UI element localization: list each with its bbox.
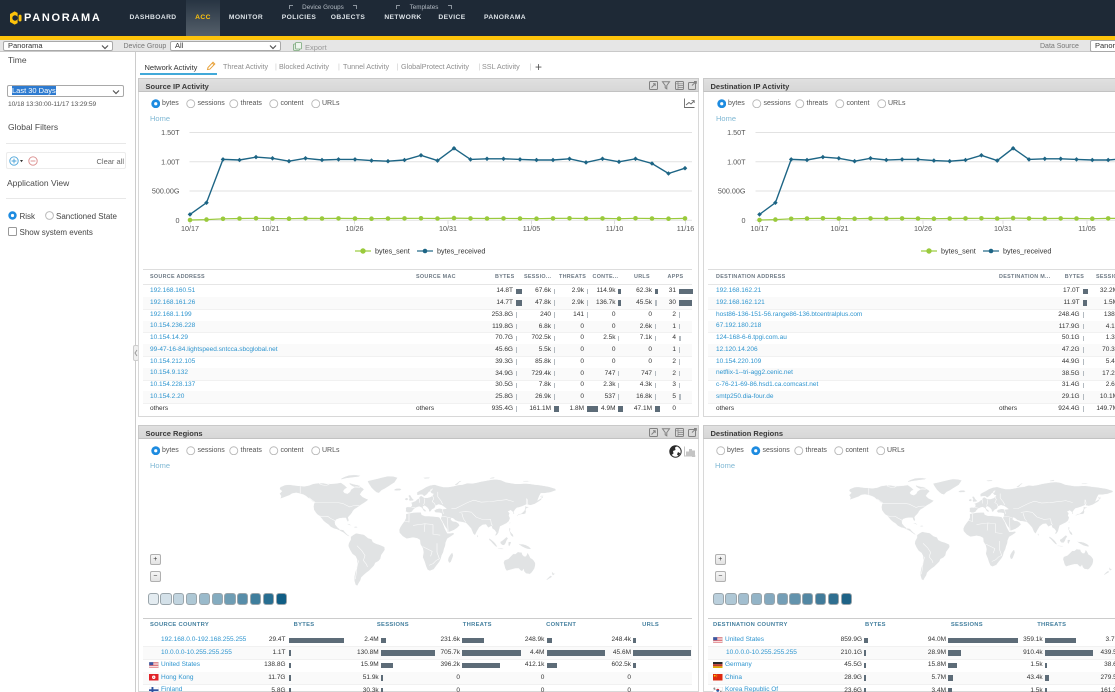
svg-text:bytes_received: bytes_received <box>1003 246 1051 255</box>
svg-text:10/31: 10/31 <box>439 224 457 233</box>
svg-text:500.00G: 500.00G <box>152 187 180 196</box>
svg-text:1.00T: 1.00T <box>161 157 180 166</box>
svg-text:bytes_sent: bytes_sent <box>941 246 976 255</box>
svg-text:1.50T: 1.50T <box>161 128 180 137</box>
svg-text:bytes_received: bytes_received <box>437 246 485 255</box>
svg-text:10/21: 10/21 <box>262 224 280 233</box>
svg-text:10/21: 10/21 <box>831 224 849 233</box>
svg-text:0: 0 <box>742 216 746 225</box>
svg-text:500.00G: 500.00G <box>718 187 746 196</box>
svg-text:10/26: 10/26 <box>346 224 364 233</box>
svg-text:10/17: 10/17 <box>181 224 199 233</box>
svg-text:11/05: 11/05 <box>1078 224 1095 233</box>
svg-text:1.50T: 1.50T <box>727 128 746 137</box>
svg-text:10/26: 10/26 <box>914 224 932 233</box>
svg-text:10/31: 10/31 <box>994 224 1012 233</box>
svg-text:0: 0 <box>176 216 180 225</box>
svg-text:1.00T: 1.00T <box>727 157 746 166</box>
svg-text:bytes_sent: bytes_sent <box>375 246 410 255</box>
svg-text:11/16: 11/16 <box>677 224 694 233</box>
svg-text:10/17: 10/17 <box>751 224 769 233</box>
svg-text:11/05: 11/05 <box>523 224 540 233</box>
svg-text:11/10: 11/10 <box>606 224 623 233</box>
